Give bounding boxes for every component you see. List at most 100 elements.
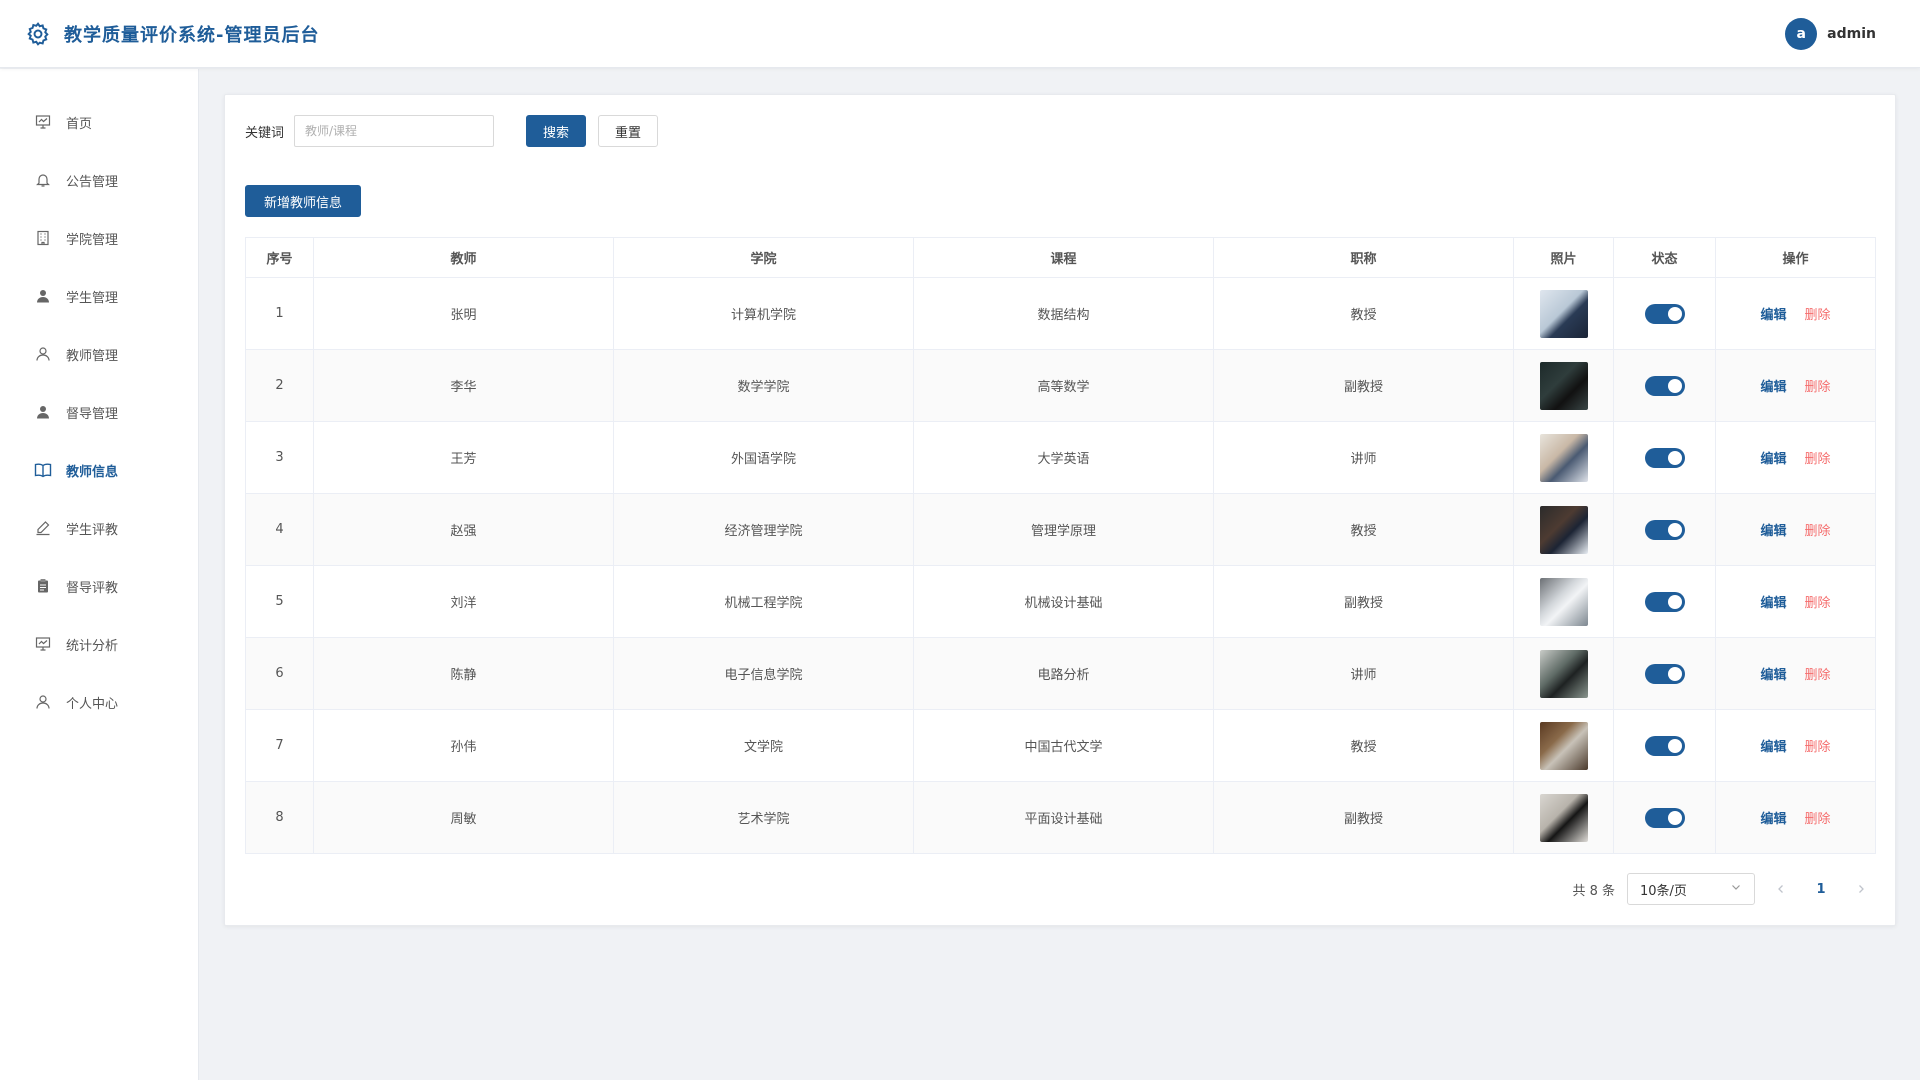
status-toggle[interactable]: [1644, 303, 1685, 324]
next-page-button[interactable]: [1847, 875, 1875, 903]
edit-link[interactable]: 编辑: [1760, 812, 1786, 827]
sidebar-item-statistics[interactable]: 统计分析: [0, 615, 198, 673]
book-icon: [34, 461, 52, 479]
delete-link[interactable]: 删除: [1805, 308, 1831, 323]
sidebar-item-label: 教师管理: [66, 348, 119, 364]
teacher-table: 序号 教师 学院 课程 职称 照片 状态 操作 1 张明 计算机学院 数据结构 …: [245, 237, 1876, 854]
prev-page-button[interactable]: [1767, 875, 1795, 903]
college-name: 经济管理学院: [613, 493, 914, 566]
edit-link[interactable]: 编辑: [1760, 524, 1786, 539]
edit-link[interactable]: 编辑: [1760, 380, 1786, 395]
college-name: 电子信息学院: [613, 637, 914, 710]
edit-link[interactable]: 编辑: [1760, 452, 1786, 467]
sidebar-item-home[interactable]: 首页: [0, 93, 198, 151]
page-size-select[interactable]: 10条/页: [1627, 873, 1755, 905]
college-name: 计算机学院: [613, 277, 914, 350]
sidebar-item-supervisor-evaluation[interactable]: 督导评教: [0, 557, 198, 615]
delete-link[interactable]: 删除: [1805, 740, 1831, 755]
sidebar-item-students[interactable]: 学生管理: [0, 267, 198, 325]
teacher-info-panel: 关键词 搜索 重置 新增教师信息 序号 教师 学院 课程 职称 照片 状态 操作…: [224, 94, 1896, 926]
page-number[interactable]: 1: [1807, 875, 1835, 903]
teacher-photo[interactable]: [1539, 505, 1588, 554]
course-name: 中国古代文学: [913, 709, 1214, 782]
academic-title: 教授: [1213, 709, 1514, 782]
delete-link[interactable]: 删除: [1805, 596, 1831, 611]
clipboard-icon: [34, 577, 52, 595]
sidebar-item-label: 教师信息: [66, 464, 119, 480]
avatar[interactable]: a: [1785, 17, 1818, 50]
user-menu[interactable]: a admin: [1785, 17, 1876, 50]
edit-link[interactable]: 编辑: [1760, 740, 1786, 755]
teacher-photo[interactable]: [1539, 577, 1588, 626]
sidebar-item-label: 公告管理: [66, 174, 119, 190]
pen-icon: [34, 519, 52, 537]
column-header-college: 学院: [613, 237, 914, 278]
sidebar-item-colleges[interactable]: 学院管理: [0, 209, 198, 267]
teacher-photo[interactable]: [1539, 433, 1588, 482]
edit-link[interactable]: 编辑: [1760, 596, 1786, 611]
teacher-photo[interactable]: [1539, 793, 1588, 842]
college-name: 文学院: [613, 709, 914, 782]
teacher-photo[interactable]: [1539, 721, 1588, 770]
add-teacher-info-button[interactable]: 新增教师信息: [245, 185, 361, 217]
search-button[interactable]: 搜索: [526, 115, 587, 147]
teacher-name: 周敏: [313, 781, 614, 854]
teacher-name: 刘洋: [313, 565, 614, 638]
sidebar-item-label: 督导评教: [66, 580, 119, 596]
course-name: 大学英语: [913, 421, 1214, 494]
teacher-photo[interactable]: [1539, 289, 1588, 338]
status-toggle[interactable]: [1644, 591, 1685, 612]
building-icon: [34, 229, 52, 247]
status-toggle[interactable]: [1644, 663, 1685, 684]
college-name: 外国语学院: [613, 421, 914, 494]
username[interactable]: admin: [1827, 26, 1876, 42]
academic-title: 教授: [1213, 277, 1514, 350]
sidebar-item-announcements[interactable]: 公告管理: [0, 151, 198, 209]
edit-link[interactable]: 编辑: [1760, 668, 1786, 683]
delete-link[interactable]: 删除: [1805, 380, 1831, 395]
sidebar-item-teachers[interactable]: 教师管理: [0, 325, 198, 383]
sidebar-item-teacher-info[interactable]: 教师信息: [0, 441, 198, 499]
user-filled-icon: [34, 287, 52, 305]
chevron-down-icon: [1730, 881, 1742, 897]
column-header-index: 序号: [245, 237, 314, 278]
teacher-name: 王芳: [313, 421, 614, 494]
sidebar-item-profile[interactable]: 个人中心: [0, 673, 198, 731]
delete-link[interactable]: 删除: [1805, 812, 1831, 827]
edit-link[interactable]: 编辑: [1760, 308, 1786, 323]
sidebar-item-label: 学生评教: [66, 522, 119, 538]
reset-button[interactable]: 重置: [598, 115, 659, 147]
delete-link[interactable]: 删除: [1805, 524, 1831, 539]
status-toggle[interactable]: [1644, 735, 1685, 756]
column-header-teacher: 教师: [313, 237, 614, 278]
status-toggle[interactable]: [1644, 519, 1685, 540]
row-index: 8: [245, 781, 314, 854]
brand: 教学质量评价系统-管理员后台: [24, 20, 319, 48]
sidebar-item-student-evaluation[interactable]: 学生评教: [0, 499, 198, 557]
academic-title: 讲师: [1213, 637, 1514, 710]
sidebar-item-supervisors[interactable]: 督导管理: [0, 383, 198, 441]
college-name: 机械工程学院: [613, 565, 914, 638]
user-filled-icon: [34, 403, 52, 421]
teacher-photo[interactable]: [1539, 649, 1588, 698]
row-index: 2: [245, 349, 314, 422]
total-count: 共 8 条: [1572, 883, 1615, 899]
teacher-photo[interactable]: [1539, 361, 1588, 410]
delete-link[interactable]: 删除: [1805, 452, 1831, 467]
status-toggle[interactable]: [1644, 447, 1685, 468]
course-name: 数据结构: [913, 277, 1214, 350]
top-header: 教学质量评价系统-管理员后台 a admin: [0, 0, 1920, 68]
search-input[interactable]: [294, 115, 495, 147]
table-row: 8 周敏 艺术学院 平面设计基础 副教授 编辑 删除: [245, 781, 1876, 854]
academic-title: 教授: [1213, 493, 1514, 566]
college-name: 数学学院: [613, 349, 914, 422]
column-header-actions: 操作: [1715, 237, 1876, 278]
status-toggle[interactable]: [1644, 375, 1685, 396]
table-row: 1 张明 计算机学院 数据结构 教授 编辑 删除: [245, 277, 1876, 350]
course-name: 管理学原理: [913, 493, 1214, 566]
sidebar-item-label: 学院管理: [66, 232, 119, 248]
column-header-course: 课程: [913, 237, 1214, 278]
sidebar-item-label: 个人中心: [66, 696, 119, 712]
delete-link[interactable]: 删除: [1805, 668, 1831, 683]
status-toggle[interactable]: [1644, 807, 1685, 828]
